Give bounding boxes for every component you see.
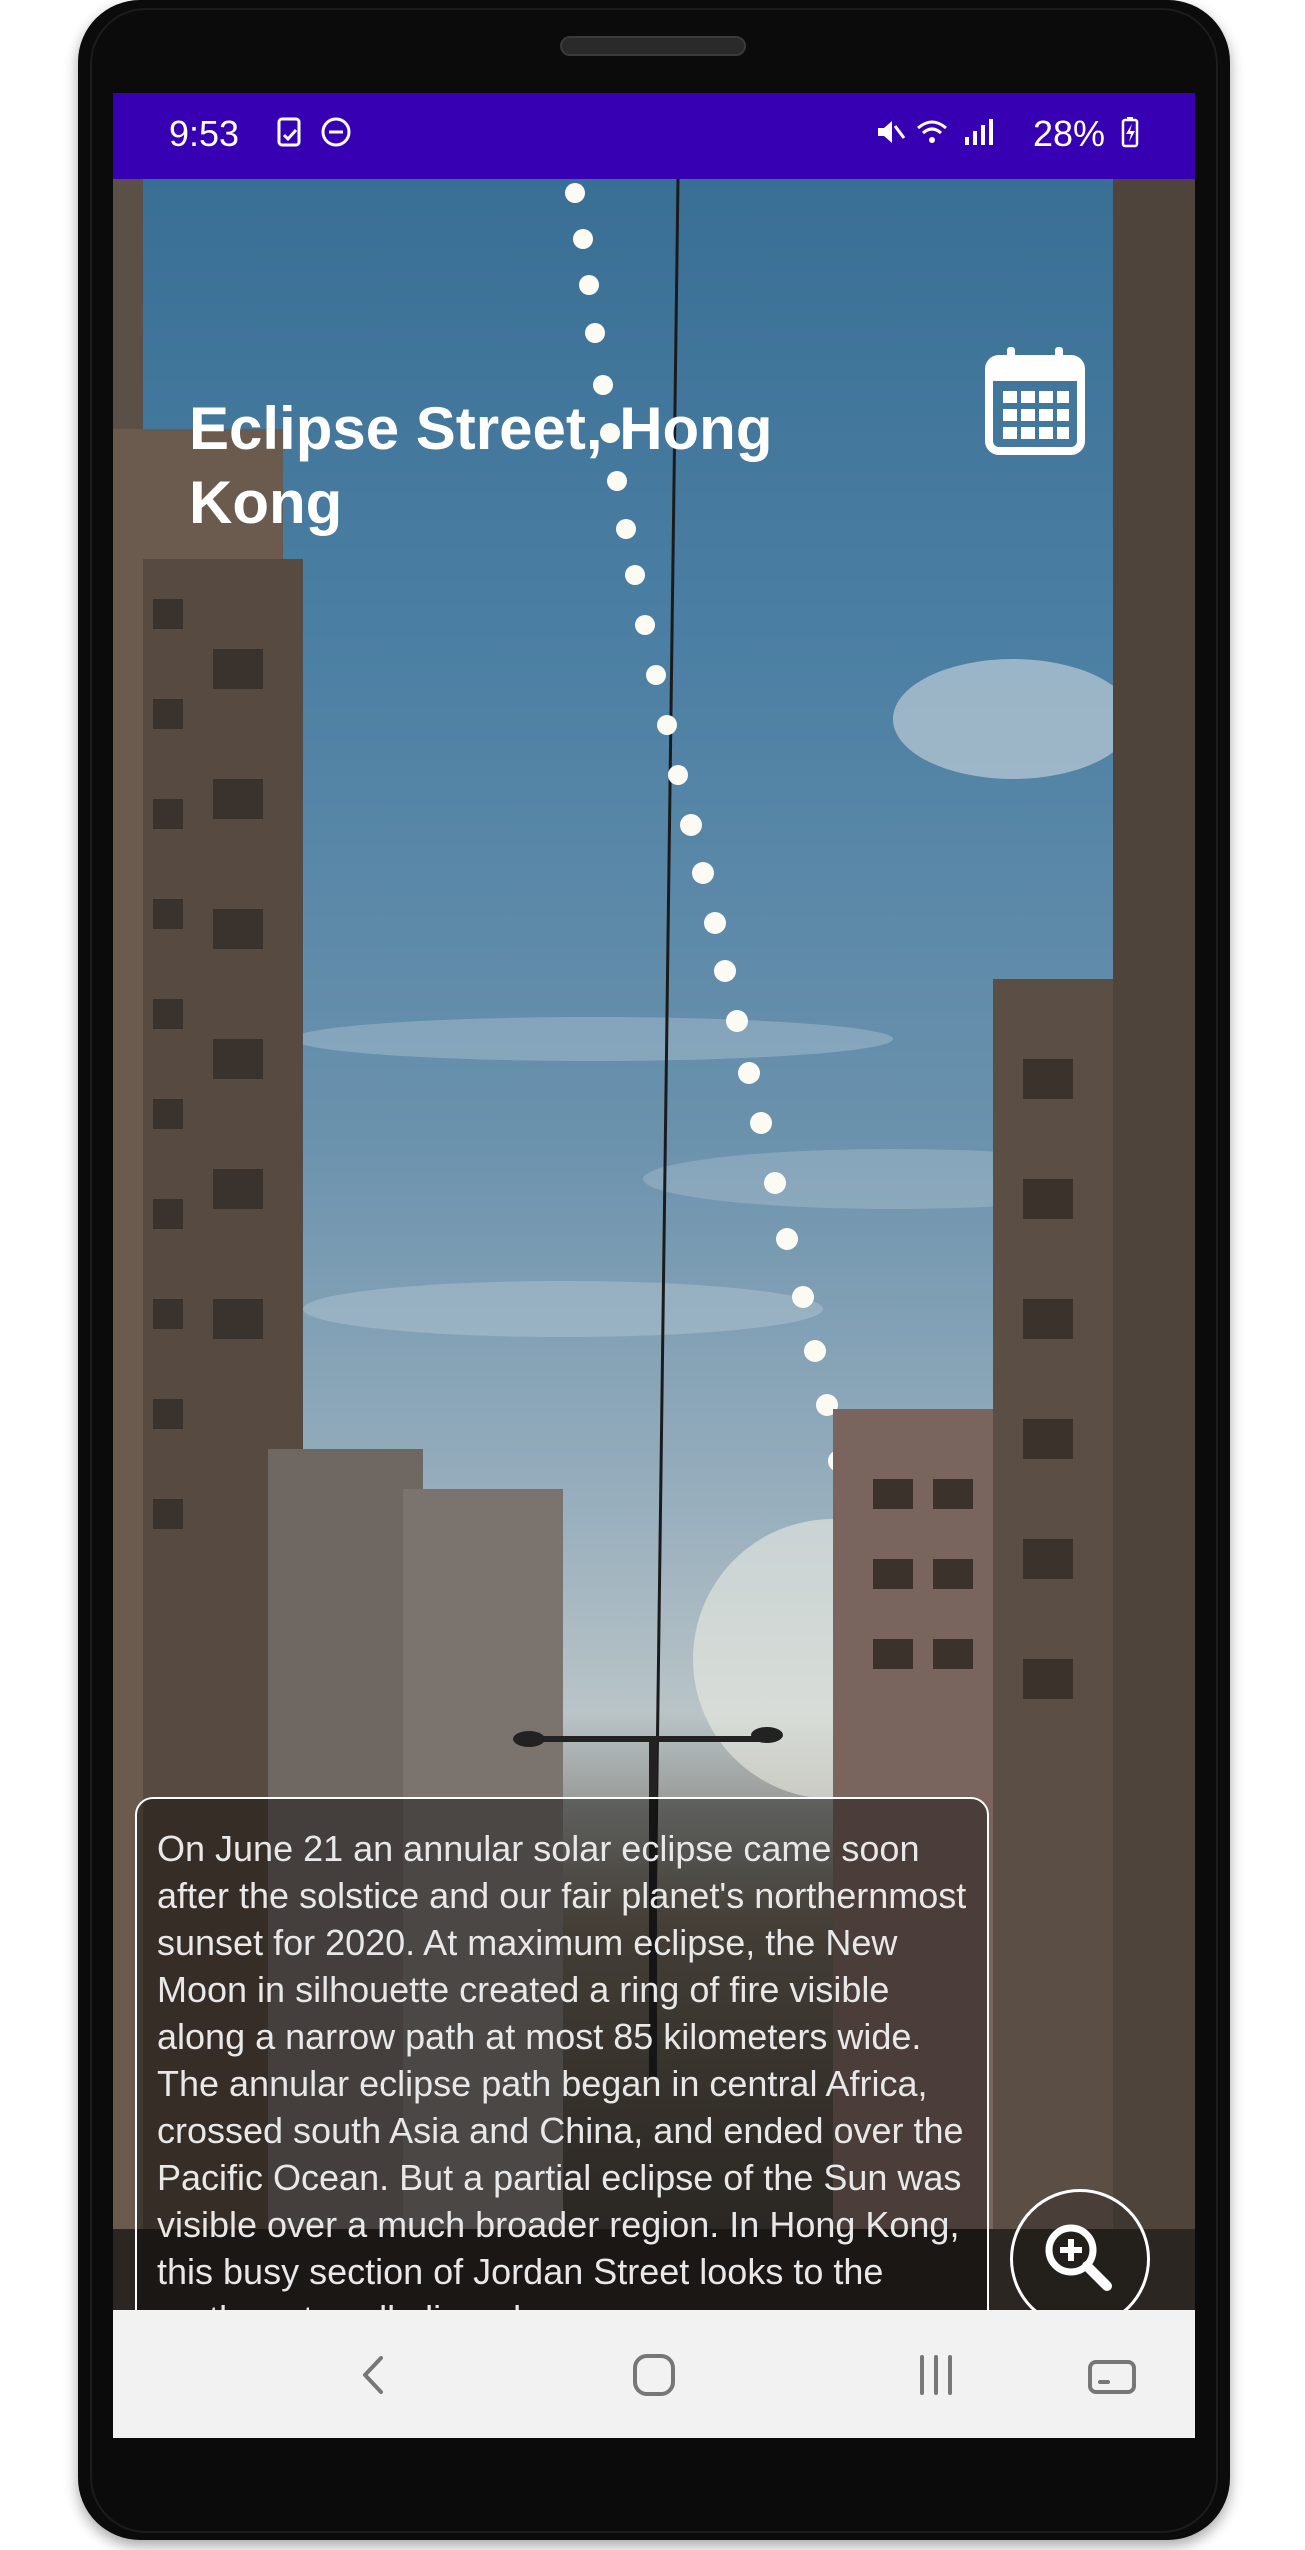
battery-charging-icon — [1121, 117, 1139, 148]
phone-speaker — [560, 36, 746, 56]
status-time: 9:53 — [169, 113, 240, 154]
battery-percent: 28% — [1033, 113, 1106, 154]
page-title: Eclipse Street, Hong Kong — [189, 395, 773, 536]
description-card[interactable]: On June 21 an annular solar eclipse came… — [135, 1797, 989, 2375]
zoom-button[interactable] — [1010, 2189, 1150, 2329]
eclipse-photo: Eclipse Street, Hong Kong On June 21 an … — [113, 179, 1195, 2375]
home-icon[interactable] — [619, 2340, 689, 2410]
calendar-icon[interactable] — [983, 345, 1087, 457]
keyboard-toggle-icon[interactable] — [1076, 2340, 1146, 2410]
mute-icon — [878, 121, 906, 143]
wifi-icon — [917, 120, 947, 143]
signal-icon — [965, 119, 993, 145]
recents-icon[interactable] — [901, 2340, 971, 2410]
description-text: On June 21 an annular solar eclipse came… — [157, 1828, 967, 2339]
back-icon[interactable] — [339, 2340, 409, 2410]
screen: 9:53 28% Eclipse Street, Hong Kong On Ju… — [113, 93, 1195, 2438]
status-bar: 9:53 28% — [113, 93, 1195, 179]
sim-card-icon — [277, 117, 301, 147]
do-not-disturb-icon — [321, 117, 351, 147]
navigation-bar — [113, 2310, 1195, 2438]
zoom-in-icon — [1045, 2224, 1112, 2291]
